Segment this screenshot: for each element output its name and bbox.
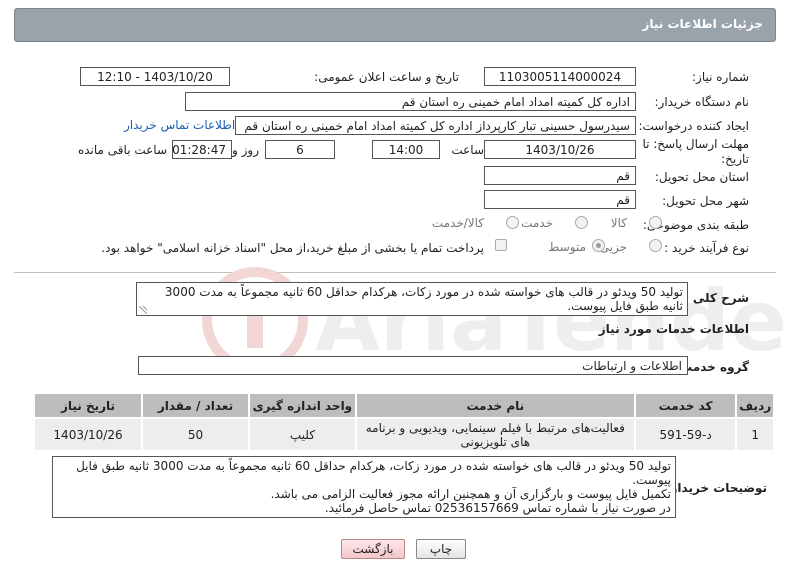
treasury-checkbox[interactable] <box>495 239 507 251</box>
buyer-org-label: نام دستگاه خریدار: <box>654 95 750 109</box>
category-goods-label: کالا <box>610 216 627 230</box>
col-code: کد خدمت <box>633 392 738 419</box>
process-label: نوع فرآیند خرید : <box>664 241 749 255</box>
process-minor-radio[interactable] <box>649 239 662 252</box>
city-field[interactable]: قم <box>484 190 636 209</box>
days-field[interactable]: 6 <box>265 140 335 159</box>
creator-field[interactable]: سیدرسول حسینی تبار کارپرداز اداره کل کمی… <box>235 116 636 135</box>
buyer-contact-link[interactable]: اطلاعات تماس خریدار <box>124 118 235 132</box>
time-label: ساعت <box>451 143 484 157</box>
col-qty: تعداد / مقدار <box>141 392 250 419</box>
page-title: جزئیات اطلاعات نیاز <box>642 17 763 31</box>
deadline-time-field[interactable]: 14:00 <box>372 140 440 159</box>
services-section-title: اطلاعات خدمات مورد نیاز <box>598 322 749 336</box>
buyer-notes-line-1: تولید 50 ویدئو در قالب های خواسته شده در… <box>76 459 671 487</box>
category-goods-radio[interactable] <box>649 216 662 229</box>
need-number-label: شماره نیاز: <box>692 70 749 84</box>
category-service-label: خدمت <box>521 216 553 230</box>
col-unit: واحد اندازه گیری <box>247 392 357 419</box>
remaining-label: ساعت باقی مانده <box>77 143 167 157</box>
print-button[interactable]: چاپ <box>416 539 466 559</box>
cell-name: فعالیت‌های مرتبط با فیلم سینمایی، ویدیوی… <box>354 417 636 452</box>
summary-text: تولید 50 ویدئو در قالب های خواسته شده در… <box>164 285 683 313</box>
cell-code: د-59-591 <box>633 417 738 452</box>
page-header: جزئیات اطلاعات نیاز <box>14 8 776 42</box>
col-date: تاریخ نیاز <box>32 392 144 419</box>
city-label: شهر محل تحویل: <box>662 194 749 208</box>
deadline-label: مهلت ارسال پاسخ: تا <box>642 137 749 151</box>
announce-label: تاریخ و ساعت اعلان عمومی: <box>314 70 459 84</box>
back-button[interactable]: بازگشت <box>341 539 405 559</box>
buyer-notes-line-3: در صورت نیاز با شماره تماس 02536157669 ت… <box>324 501 671 515</box>
payment-note: پرداخت تمام یا بخشی از مبلغ خرید،از محل … <box>101 241 484 255</box>
process-medium-radio[interactable] <box>592 239 605 252</box>
buyer-org-field[interactable]: اداره کل کمیته امداد امام خمینی ره استان… <box>185 92 636 111</box>
remaining-time-field[interactable]: 01:28:47 <box>172 140 232 159</box>
process-medium-label: متوسط <box>548 240 586 254</box>
creator-label: ایجاد کننده درخواست: <box>638 119 749 133</box>
announce-field[interactable]: 1403/10/20 - 12:10 <box>80 67 230 86</box>
province-label: استان محل تحویل: <box>654 170 749 184</box>
cell-date: 1403/10/26 <box>32 417 144 452</box>
category-goods-service-label: کالا/خدمت <box>431 216 484 230</box>
table-header-row: ردیف کد خدمت نام خدمت واحد اندازه گیری ت… <box>32 392 775 419</box>
cell-qty: 50 <box>141 417 250 452</box>
divider <box>14 272 776 273</box>
deadline-date-field[interactable]: 1403/10/26 <box>484 140 636 159</box>
buyer-notes-line-2: تکمیل فایل پیوست و بارگزاری آن و همچنین … <box>270 487 671 501</box>
services-table: ردیف کد خدمت نام خدمت واحد اندازه گیری ت… <box>32 392 775 452</box>
buyer-notes-label: توضیحات خریدار: <box>665 481 767 495</box>
category-service-radio[interactable] <box>575 216 588 229</box>
cell-unit: کلیپ <box>247 417 357 452</box>
summary-textarea[interactable]: تولید 50 ویدئو در قالب های خواسته شده در… <box>136 282 688 316</box>
days-label: روز و <box>232 143 259 157</box>
col-name: نام خدمت <box>354 392 636 419</box>
buyer-notes-textarea[interactable]: تولید 50 ویدئو در قالب های خواسته شده در… <box>52 456 676 518</box>
deadline-date-label: تاریخ: <box>721 152 749 166</box>
service-group-field[interactable]: اطلاعات و ارتباطات <box>138 356 688 375</box>
need-number-field[interactable]: 1103005114000024 <box>484 67 636 86</box>
cell-row: 1 <box>735 417 775 452</box>
col-row: ردیف <box>735 392 775 419</box>
province-field[interactable]: قم <box>484 166 636 185</box>
table-row[interactable]: 1 د-59-591 فعالیت‌های مرتبط با فیلم سینم… <box>32 417 775 452</box>
resize-grip-icon[interactable] <box>139 306 147 314</box>
category-goods-service-radio[interactable] <box>506 216 519 229</box>
